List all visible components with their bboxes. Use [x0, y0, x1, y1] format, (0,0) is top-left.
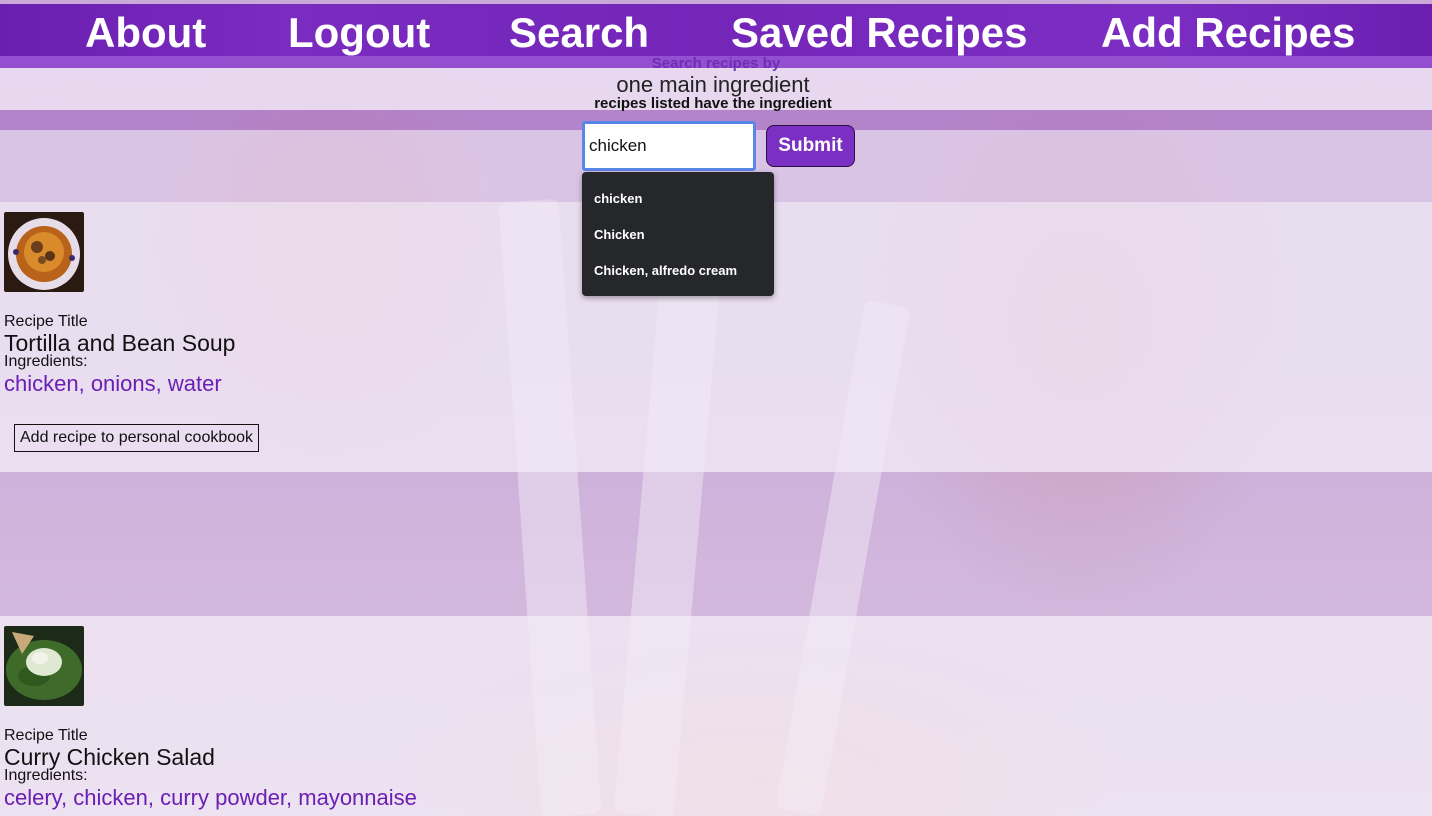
- recipe-ingredients: chicken, onions, water: [4, 371, 222, 396]
- ingredient-search-input[interactable]: [582, 121, 756, 171]
- recipe-image: [4, 212, 84, 292]
- ingredients-label: Ingredients:: [4, 767, 88, 784]
- add-to-cookbook-button[interactable]: Add recipe to personal cookbook: [14, 424, 260, 452]
- nav-about[interactable]: About: [85, 8, 206, 58]
- search-note: recipes listed have the ingredient: [594, 95, 832, 112]
- recipe-ingredients: celery, chicken, curry powder, mayonnais…: [4, 785, 417, 810]
- suggestion-item[interactable]: chicken: [594, 191, 642, 206]
- search-title: Search recipes by: [651, 55, 781, 72]
- suggestion-item[interactable]: Chicken: [594, 227, 645, 242]
- recipe-image: [4, 626, 84, 706]
- submit-button[interactable]: Submit: [766, 125, 855, 167]
- ingredients-label: Ingredients:: [4, 353, 88, 370]
- recipe-title-label: Recipe Title: [4, 727, 88, 744]
- nav-logout[interactable]: Logout: [288, 8, 430, 58]
- suggestion-item[interactable]: Chicken, alfredo cream: [594, 263, 737, 278]
- nav-add-recipes[interactable]: Add Recipes: [1101, 8, 1355, 58]
- nav-search[interactable]: Search: [509, 8, 649, 58]
- nav-saved-recipes[interactable]: Saved Recipes: [731, 8, 1028, 58]
- recipe-card: Recipe Title Curry Chicken Salad Ingredi…: [0, 616, 1432, 816]
- recipe-title-label: Recipe Title: [4, 313, 88, 330]
- autocomplete-dropdown: chicken Chicken Chicken, alfredo cream: [582, 172, 774, 296]
